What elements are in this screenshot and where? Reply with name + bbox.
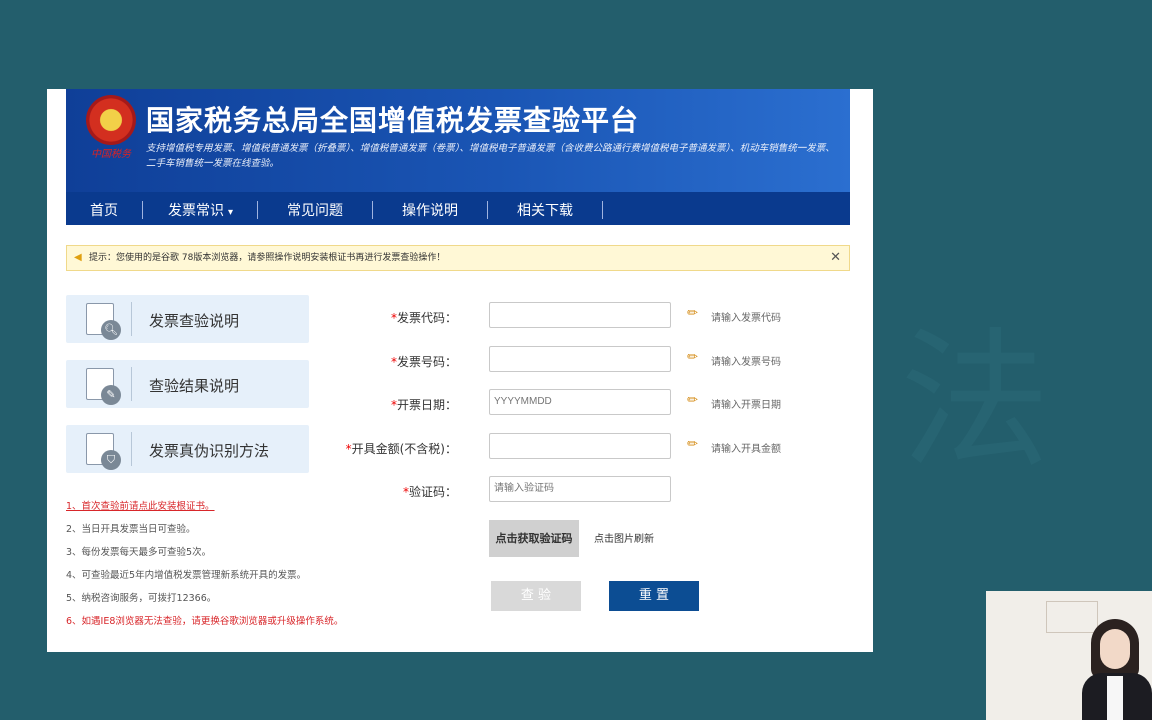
field-label-text: 发票号码： (396, 355, 457, 369)
field-hint: 请输入开具金额 (711, 444, 781, 455)
document-search-icon: 🔍︎ (86, 303, 121, 340)
browser-page: 中国税务 国家税务总局全国增值税发票查验平台 支持增值税专用发票、增值税普通发票… (47, 89, 873, 652)
notes-list: 1、首次查验前请点此安装根证书。 2、当日开具发票当日可查验。 3、每份发票每天… (66, 495, 346, 633)
field-hint: 请输入开票日期 (711, 400, 781, 411)
pencil-icon: ✏ (687, 393, 698, 408)
note-item: 3、每份发票每天最多可查验5次。 (66, 547, 212, 558)
nav-divider (257, 201, 258, 219)
emblem-caption: 中国税务 (91, 149, 131, 160)
field-label-text: 验证码： (408, 485, 457, 499)
card-label: 发票查验说明 (149, 312, 240, 330)
pencil-icon: ✏ (687, 306, 698, 321)
nav-item-downloads[interactable]: 相关下载 (517, 200, 573, 220)
captcha-refresh-hint: 点击图片刷新 (594, 534, 654, 545)
reset-button[interactable]: 重 置 (609, 581, 699, 611)
check-button[interactable]: 查 验 (491, 581, 581, 611)
field-label: *验证码： (403, 483, 457, 500)
nav-divider (602, 201, 603, 219)
document-edit-icon: ✎ (86, 368, 121, 405)
presenter-webcam-overlay (986, 591, 1152, 720)
sidebar-card-result-guide[interactable]: ✎ 查验结果说明 (66, 360, 309, 408)
pencil-icon: ✏ (687, 437, 698, 452)
close-icon[interactable]: ✕ (830, 246, 841, 270)
nav-divider (142, 201, 143, 219)
field-label-text: 开具金额(不含税)： (351, 442, 457, 456)
document-shield-icon: ⛉ (86, 433, 121, 470)
background-watermark: 法 (900, 315, 1051, 489)
form-row-invoice-number: *发票号码： ✏ 请输入发票号码 (327, 346, 847, 374)
card-divider (131, 432, 132, 466)
nav-item-home[interactable]: 首页 (90, 200, 118, 220)
card-divider (131, 302, 132, 336)
captcha-input[interactable] (489, 476, 671, 502)
field-label: *发票代码： (391, 309, 457, 326)
pencil-icon: ✏ (687, 350, 698, 365)
tax-emblem-icon (86, 95, 136, 145)
site-description: 支持增值税专用发票、增值税普通发票（折叠票）、增值税普通发票（卷票）、增值税电子… (146, 143, 835, 169)
note-item: 4、可查验最近5年内增值税发票管理新系统开具的发票。 (66, 570, 307, 581)
nav-divider (487, 201, 488, 219)
nav-item-instructions[interactable]: 操作说明 (402, 200, 458, 220)
nav-divider (372, 201, 373, 219)
site-header: 中国税务 国家税务总局全国增值税发票查验平台 支持增值税专用发票、增值税普通发票… (66, 89, 850, 225)
form-row-invoice-date: *开票日期： ✏ 请输入开票日期 (327, 389, 847, 417)
card-label: 发票真伪识别方法 (149, 442, 270, 460)
speaker-icon: ◀ (74, 252, 82, 263)
field-hint: 请输入发票号码 (711, 357, 781, 368)
form-row-invoice-code: *发票代码： ✏ 请输入发票代码 (327, 302, 847, 330)
sidebar-card-authenticity-guide[interactable]: ⛉ 发票真伪识别方法 (66, 425, 309, 473)
site-title: 国家税务总局全国增值税发票查验平台 (146, 104, 640, 137)
note-item-browser: 6、如遇IE8浏览器无法查验，请更换谷歌浏览器或升级操作系统。 (66, 616, 344, 627)
main-nav: 首页 发票常识 ▾ 常见问题 操作说明 相关下载 (66, 192, 850, 225)
card-divider (131, 367, 132, 401)
field-label-text: 发票代码： (396, 311, 457, 325)
field-label: *开票日期： (391, 396, 457, 413)
sidebar-card-invoice-check-guide[interactable]: 🔍︎ 发票查验说明 (66, 295, 309, 343)
field-label: *发票号码： (391, 353, 457, 370)
form-row-captcha: *验证码： (327, 476, 847, 504)
nav-item-faq[interactable]: 常见问题 (287, 200, 343, 220)
form-row-amount: *开具金额(不含税)： ✏ 请输入开具金额 (327, 433, 847, 461)
invoice-number-input[interactable] (489, 346, 671, 372)
field-label: *开具金额(不含税)： (346, 440, 457, 457)
amount-input[interactable] (489, 433, 671, 459)
invoice-code-input[interactable] (489, 302, 671, 328)
invoice-date-input[interactable] (489, 389, 671, 415)
chevron-down-icon: ▾ (228, 207, 234, 218)
presenter-shirt (1107, 676, 1123, 720)
nav-item-invoice-knowledge[interactable]: 发票常识 ▾ (168, 200, 233, 220)
note-item: 2、当日开具发票当日可查验。 (66, 524, 196, 535)
note-item: 5、纳税咨询服务，可拨打12366。 (66, 593, 217, 604)
card-label: 查验结果说明 (149, 377, 240, 395)
note-install-certificate-link[interactable]: 1、首次查验前请点此安装根证书。 (66, 495, 346, 518)
field-hint: 请输入发票代码 (711, 313, 781, 324)
tip-text: 提示：您使用的是谷歌 78版本浏览器，请参照操作说明安装根证书再进行发票查验操作… (89, 253, 446, 263)
captcha-image[interactable]: 点击获取验证码 (489, 520, 579, 557)
field-label-text: 开票日期： (396, 398, 457, 412)
nav-item-label: 发票常识 (168, 203, 224, 219)
presenter-face (1100, 629, 1130, 669)
browser-tip-banner: ◀ 提示：您使用的是谷歌 78版本浏览器，请参照操作说明安装根证书再进行发票查验… (66, 245, 850, 271)
background-shelf (1046, 601, 1098, 633)
